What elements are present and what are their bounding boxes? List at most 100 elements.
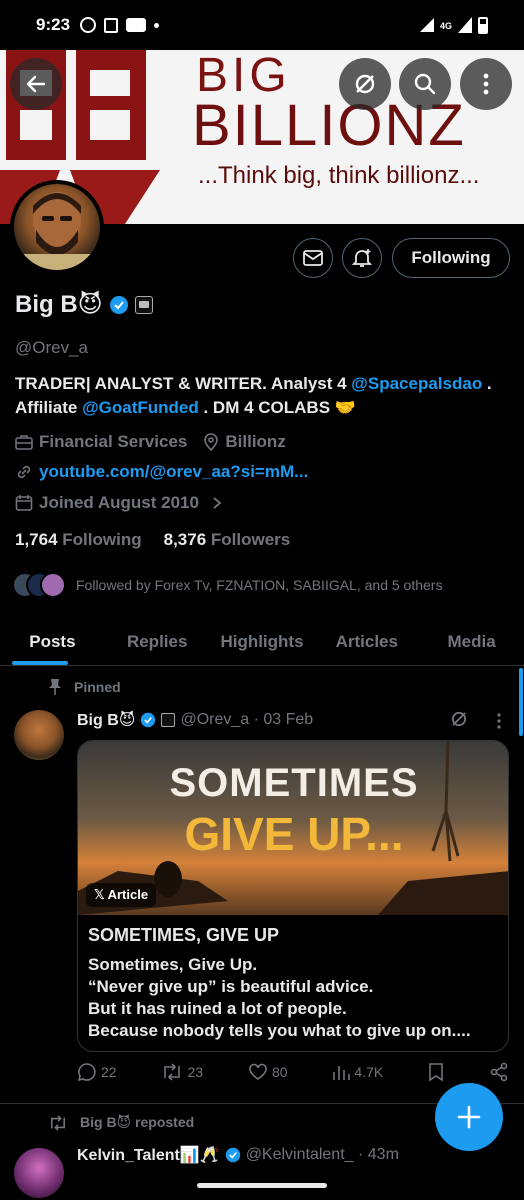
more-vertical-icon (483, 73, 489, 95)
following-label: Following (62, 530, 142, 549)
post-author-avatar[interactable] (14, 710, 64, 760)
affiliate-badge-icon[interactable] (134, 295, 153, 314)
bio-text-3: . DM 4 COLABS 🤝 (198, 398, 356, 417)
profile-joined-date: Joined August 2010 (39, 493, 199, 512)
profile-location: Billionz (225, 432, 286, 451)
post-handle-date: @Orev_a · 03 Feb (180, 711, 314, 728)
share-button[interactable] (489, 1062, 509, 1082)
article-badge: 𝕏 Article (86, 883, 157, 907)
back-button[interactable] (10, 58, 62, 110)
avatar-illustration (14, 192, 100, 270)
chevron-right-icon (213, 497, 222, 509)
grok-icon (355, 74, 375, 94)
profile-tabs: Posts Replies Highlights Articles Media (0, 618, 524, 666)
article-excerpt: Sometimes, Give Up. “Never give up” is b… (78, 950, 508, 1046)
dot-icon (154, 22, 160, 28)
bio-link-spacepalsdao[interactable]: @Spacepalsdao (351, 374, 482, 393)
profile-name-row: Big B😈 (15, 290, 153, 319)
profile-screen: 9:23 4G BIG BILLIONZ ...Think big, think… (0, 0, 524, 1200)
calendar-icon (15, 495, 33, 511)
youtube-icon (126, 18, 147, 32)
cover-line-1: SOMETIMES (169, 761, 419, 805)
view-count: 4.7K (354, 1064, 384, 1080)
network-label: 4G (439, 20, 452, 31)
search-button[interactable] (399, 58, 451, 110)
bookmark-button[interactable] (428, 1062, 444, 1082)
verified-badge-icon (141, 712, 156, 728)
plus-icon (457, 1105, 481, 1129)
tab-posts[interactable]: Posts (0, 618, 105, 665)
banner-tagline: ...Think big, think billionz... (198, 162, 480, 189)
repost-count: 23 (187, 1064, 204, 1080)
verified-badge-icon (225, 1147, 240, 1163)
tab-replies[interactable]: Replies (105, 618, 210, 665)
article-line: Because nobody tells you what to give up… (88, 1021, 471, 1040)
followed-by-row[interactable]: Followed by Forex Tv, FZNATION, SABIIGAL… (12, 572, 442, 598)
status-bar: 9:23 4G (0, 0, 524, 50)
bell-plus-icon (351, 249, 373, 267)
article-cover-image: SOMETIMES GIVE UP... 𝕏 Article (78, 741, 508, 915)
copy-icon (104, 17, 119, 33)
profile-category: Financial Services (39, 432, 188, 451)
repost-button[interactable]: 23 (161, 1062, 203, 1082)
post-more-icon[interactable] (496, 712, 502, 730)
repost-label: Big B😈 reposted (80, 1114, 195, 1130)
tab-media[interactable]: Media (419, 618, 524, 665)
facebook-icon (80, 17, 97, 33)
more-options-button[interactable] (460, 58, 512, 110)
following-button[interactable]: Following (392, 238, 510, 278)
heart-icon (249, 1063, 267, 1080)
profile-website-link[interactable]: youtube.com/@orev_aa?si=mM... (39, 462, 308, 482)
reply-button[interactable]: 22 (77, 1062, 117, 1082)
following-count-link[interactable]: 1,764 Following (15, 530, 142, 550)
grok-icon[interactable] (449, 709, 469, 729)
profile-avatar[interactable] (10, 180, 104, 274)
followers-count-link[interactable]: 8,376 Followers (164, 530, 291, 550)
cover-line-2: GIVE UP... (184, 808, 404, 860)
followed-by-text: Followed by Forex Tv, FZNATION, SABIIGAL… (76, 577, 443, 593)
scroll-indicator[interactable] (519, 668, 523, 736)
follower-avatars (12, 572, 66, 598)
wifi-icon (419, 18, 434, 32)
bookmark-icon (429, 1063, 443, 1082)
tab-articles[interactable]: Articles (314, 618, 419, 665)
search-icon (414, 73, 436, 95)
followers-count: 8,376 (163, 530, 207, 549)
battery-icon (478, 16, 488, 34)
followers-label: Followers (210, 530, 291, 549)
post-author-name[interactable]: Big B😈 (77, 710, 135, 730)
post-author-avatar[interactable] (14, 1148, 64, 1198)
notifications-button[interactable] (342, 238, 382, 278)
verified-badge-icon[interactable] (109, 295, 129, 315)
gesture-home-bar[interactable] (197, 1183, 327, 1188)
pinned-label: Pinned (74, 679, 121, 695)
grok-button[interactable] (339, 58, 391, 110)
envelope-icon (303, 250, 323, 266)
profile-handle: @Orev_a (15, 338, 89, 357)
article-title: SOMETIMES, GIVE UP (88, 925, 280, 945)
profile-name: Big B😈 (15, 291, 103, 318)
affiliate-badge-icon (161, 713, 176, 727)
following-count: 1,764 (15, 530, 58, 549)
article-card[interactable]: SOMETIMES GIVE UP... 𝕏 Article SOMETIMES… (77, 740, 509, 1052)
tab-highlights[interactable]: Highlights (210, 618, 315, 665)
bio-link-goatfunded[interactable]: @GoatFunded (82, 398, 199, 417)
repost-icon (164, 1063, 181, 1081)
location-pin-icon (204, 433, 219, 451)
arrow-left-icon (26, 75, 46, 93)
repost-indicator: Big B😈 reposted (48, 1114, 194, 1131)
like-button[interactable]: 80 (248, 1062, 288, 1082)
signal-icon (458, 17, 472, 33)
compose-button[interactable] (435, 1083, 503, 1151)
post-author-name[interactable]: Kelvin_Talent📊🥂 (77, 1145, 220, 1165)
profile-meta-row-3[interactable]: Joined August 2010 (15, 493, 223, 513)
message-button[interactable] (293, 238, 333, 278)
post-handle-time: @Kelvintalent_ · 43m (245, 1146, 399, 1163)
follow-counts: 1,764 Following 8,376 Followers (15, 530, 290, 550)
briefcase-icon (15, 435, 33, 450)
views-button[interactable]: 4.7K (332, 1062, 383, 1082)
pinned-indicator: Pinned (48, 678, 121, 696)
reply-count: 22 (101, 1064, 117, 1080)
bio-text: TRADER| ANALYST & WRITER. Analyst 4 (15, 374, 352, 393)
views-icon (333, 1066, 351, 1080)
